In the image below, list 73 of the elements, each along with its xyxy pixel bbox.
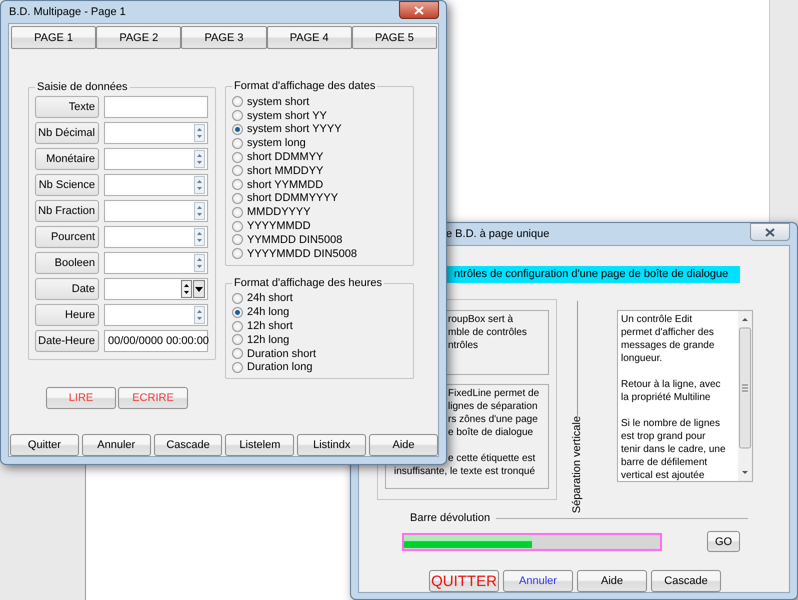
- note-label: roupBox sert à mble de contrôles ntrôles: [447, 313, 528, 352]
- radio-option[interactable]: 24h short: [232, 292, 407, 306]
- field-label-button[interactable]: Texte: [35, 96, 99, 118]
- page-button[interactable]: PAGE 1: [11, 26, 96, 49]
- radio-option[interactable]: 24h long: [232, 305, 407, 320]
- caret-icon: [195, 286, 203, 292]
- input-field[interactable]: [104, 278, 208, 300]
- group-title: Format d'affichage des dates: [233, 80, 376, 93]
- dialog-button[interactable]: Cascade: [651, 570, 721, 592]
- input-field[interactable]: [104, 148, 208, 170]
- scrollbar[interactable]: [738, 311, 752, 481]
- input-field[interactable]: [104, 96, 208, 118]
- input-field[interactable]: [104, 174, 208, 196]
- radio-option[interactable]: short DDMMYY: [232, 150, 407, 164]
- separator-label: Séparation verticale: [571, 416, 583, 513]
- radio-option[interactable]: 12h long: [232, 332, 407, 347]
- dialog-button[interactable]: Listelem: [225, 434, 294, 456]
- radio-option[interactable]: system long: [232, 136, 407, 150]
- field-label-button[interactable]: Date-Heure: [35, 330, 99, 352]
- field-label-button[interactable]: Nb Science: [35, 174, 99, 196]
- radio-option[interactable]: YYYYMMDD: [232, 219, 407, 233]
- field-label-button[interactable]: Monétaire: [35, 148, 99, 170]
- field-label-button[interactable]: Booleen: [35, 252, 99, 274]
- close-button[interactable]: [750, 223, 790, 241]
- radio-option[interactable]: YYYYMMDD DIN5008: [232, 246, 407, 261]
- dialog-button[interactable]: Annuler: [82, 434, 151, 456]
- radio-option[interactable]: MMDDYYYY: [232, 205, 407, 220]
- radio-option[interactable]: 12h short: [232, 319, 407, 333]
- dialog-button[interactable]: Aide: [577, 570, 647, 592]
- note-label: FixedLine permet de lignes de séparation rs zônes d'une page e boîte de dialogue: [447, 387, 540, 439]
- input-field[interactable]: [104, 200, 208, 222]
- dropdown-button[interactable]: [193, 280, 205, 298]
- input-field[interactable]: 00/00/0000 00:00:00: [104, 330, 208, 352]
- radio-option[interactable]: Duration long: [232, 360, 407, 374]
- field-label-button[interactable]: Pourcent: [35, 226, 99, 248]
- dialog-button[interactable]: Quitter: [10, 434, 79, 456]
- input-field[interactable]: [104, 122, 208, 144]
- radio-option[interactable]: short YYMMDD: [232, 178, 407, 192]
- page-button[interactable]: PAGE 4: [266, 26, 352, 49]
- radio-option[interactable]: system short YYYY: [232, 122, 407, 136]
- field-label-button[interactable]: Nb Fraction: [35, 200, 99, 222]
- radio-option[interactable]: YYMMDD DIN5008: [232, 232, 407, 247]
- progress-label: Barre dévolution: [410, 512, 490, 525]
- spin-icon[interactable]: [181, 280, 192, 298]
- dialog-button[interactable]: Annuler: [503, 570, 573, 592]
- input-field[interactable]: [104, 304, 208, 326]
- close-icon: [414, 6, 424, 14]
- close-icon: [765, 228, 775, 236]
- dialog-button[interactable]: Aide: [369, 434, 438, 456]
- paragraph-text: Un contrôle Edit permet d'afficher des messages de grande longueur.: [621, 313, 716, 365]
- radio-option[interactable]: short MMDDYY: [232, 164, 407, 178]
- page-button[interactable]: PAGE 5: [352, 26, 438, 49]
- field-label-button[interactable]: Heure: [35, 304, 99, 326]
- field-label-button[interactable]: Nb Décimal: [35, 122, 99, 144]
- radio-option[interactable]: Duration short: [232, 346, 407, 361]
- radio-option[interactable]: system short YY: [232, 108, 407, 123]
- group-title: Saisie de données: [36, 81, 129, 94]
- paragraph-text: Si le nombre de lignes est trop grand pour tenir dans le cadre, une barre de défilement vertical est ajoutée: [621, 417, 727, 482]
- page-button[interactable]: PAGE 2: [96, 26, 182, 49]
- input-field[interactable]: [104, 252, 208, 274]
- field-label-button[interactable]: Date: [35, 278, 99, 300]
- radio-option[interactable]: system short: [232, 95, 407, 109]
- dialog-button[interactable]: QUITTER: [429, 570, 499, 592]
- page-button[interactable]: PAGE 3: [181, 26, 267, 49]
- close-button[interactable]: [399, 1, 439, 19]
- multiline-field[interactable]: [617, 310, 753, 482]
- paragraph-text: Retour à la ligne, avec la propriété Multiline: [621, 378, 722, 404]
- radio-option[interactable]: short DDMMYYYY: [232, 192, 407, 206]
- dialog-button[interactable]: Cascade: [154, 434, 222, 456]
- dialog-button[interactable]: Listindx: [297, 434, 366, 456]
- input-field[interactable]: [104, 226, 208, 248]
- window-title: B.D. Multipage - Page 1: [8, 6, 126, 18]
- go-button[interactable]: GO: [707, 531, 740, 552]
